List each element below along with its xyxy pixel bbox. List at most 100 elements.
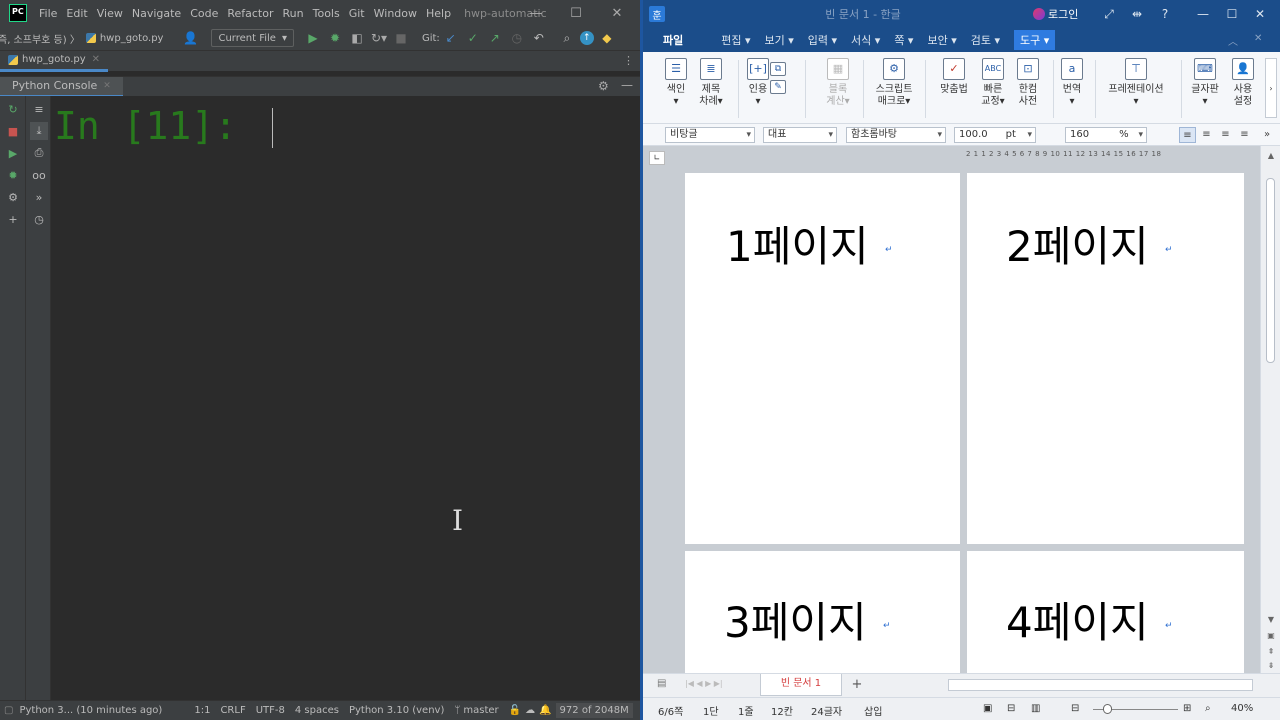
zoom-in-icon[interactable]: ⊞: [1183, 703, 1191, 714]
close-icon[interactable]: ✕: [1246, 0, 1274, 28]
document-area[interactable]: ∟ 2 1 1 2 3 4 5 6 7 8 9 10 11 12 13 14 1…: [643, 146, 1280, 673]
ribbon-close-icon[interactable]: ✕: [1254, 33, 1262, 44]
command-queue-icon[interactable]: »: [30, 188, 48, 206]
status-layout-icon[interactable]: ▢: [4, 705, 13, 716]
ribbon-scroll-icon[interactable]: ›: [1265, 58, 1277, 118]
undo-icon[interactable]: ↶: [530, 29, 548, 47]
menu-insert[interactable]: 입력 ▾: [808, 32, 837, 48]
more-tabs-icon[interactable]: ⋮: [623, 54, 634, 67]
presentation-button[interactable]: ⊤ 프레젠테이션 ▾: [1103, 58, 1169, 108]
fullscreen-icon[interactable]: ⤢: [1095, 0, 1123, 28]
profile-icon[interactable]: ↻▾: [370, 29, 388, 47]
stop-console-icon[interactable]: ■: [4, 122, 22, 140]
toolbar-expand-icon[interactable]: »: [1261, 127, 1273, 143]
menu-page[interactable]: 쪽 ▾: [894, 32, 913, 48]
macro-button[interactable]: ⚙ 스크립트 매크로▾: [871, 58, 917, 108]
scroll-to-end-icon[interactable]: ⤓: [30, 122, 48, 140]
soft-wrap-icon[interactable]: ≡: [30, 100, 48, 118]
menu-view[interactable]: View: [97, 7, 123, 20]
menu-file[interactable]: File: [39, 7, 57, 20]
menu-security[interactable]: 보안 ▾: [927, 32, 956, 48]
git-push-icon[interactable]: ↗: [486, 29, 504, 47]
font-select[interactable]: 함초롬바탕: [846, 127, 946, 143]
history-icon[interactable]: ◷: [30, 210, 48, 228]
menu-window[interactable]: Window: [374, 7, 417, 20]
menu-review[interactable]: 검토 ▾: [971, 32, 1000, 48]
zoom-search-icon[interactable]: ⌕: [1205, 703, 1211, 714]
rerun-icon[interactable]: ↻: [4, 100, 22, 118]
scroll-down-icon[interactable]: ▼: [1265, 614, 1277, 626]
menu-file[interactable]: 파일: [663, 32, 683, 48]
maximize-icon[interactable]: ☐: [556, 0, 596, 26]
new-console-icon[interactable]: +: [4, 210, 22, 228]
run-config-select[interactable]: Current File ▾: [211, 29, 294, 47]
style-select[interactable]: 비탕글: [665, 127, 755, 143]
help-icon[interactable]: ?: [1151, 0, 1179, 28]
translate-button[interactable]: a 번역 ▾: [1049, 58, 1095, 108]
execute-icon[interactable]: ▶: [4, 144, 22, 162]
status-interpreter[interactable]: Python 3.10 (venv): [349, 705, 444, 716]
keyboard-button[interactable]: ⌨ 글자판 ▾: [1182, 58, 1228, 108]
zoom-out-icon[interactable]: ⊟: [1071, 703, 1079, 714]
close-icon[interactable]: ✕: [597, 0, 637, 26]
settings-icon[interactable]: ⚙: [4, 188, 22, 206]
scroll-thumb[interactable]: [1266, 178, 1275, 363]
login-button[interactable]: 로그인: [1033, 6, 1078, 22]
horizontal-ruler[interactable]: 2 1 1 2 3 4 5 6 7 8 9 10 11 12 13 14 15 …: [966, 150, 1251, 162]
status-branch[interactable]: master: [463, 705, 498, 716]
page-view-icon[interactable]: ▣: [1265, 630, 1277, 642]
justify-icon[interactable]: ≡: [1179, 127, 1196, 143]
user-icon[interactable]: 👤: [181, 29, 199, 47]
line-spacing-input[interactable]: 160%: [1065, 127, 1147, 143]
split-view-icon[interactable]: ⇹: [1123, 0, 1151, 28]
horizontal-scrollbar[interactable]: [948, 679, 1253, 691]
ribbon-collapse-icon[interactable]: ︿: [1228, 33, 1238, 48]
status-indent[interactable]: 4 spaces: [295, 705, 339, 716]
scroll-up-icon[interactable]: ▲: [1265, 150, 1277, 162]
menu-format[interactable]: 서식 ▾: [851, 32, 880, 48]
git-update-icon[interactable]: ↙: [442, 29, 460, 47]
debug-icon[interactable]: ✹: [326, 29, 344, 47]
add-tab-icon[interactable]: +: [848, 677, 866, 693]
menu-tools[interactable]: 도구 ▾: [1013, 30, 1056, 50]
run-icon[interactable]: ▶: [304, 29, 322, 47]
fit-width-icon[interactable]: ⊟: [1007, 703, 1015, 714]
cloud-icon[interactable]: ☁: [525, 705, 535, 716]
gear-icon[interactable]: ⚙: [598, 79, 609, 93]
minimize-icon[interactable]: —: [1189, 0, 1217, 28]
next-page-icon[interactable]: ⇟: [1265, 660, 1277, 672]
align-right-icon[interactable]: ≡: [1236, 127, 1253, 143]
font-size-input[interactable]: 100.0 pt: [954, 127, 1036, 143]
status-encoding[interactable]: UTF-8: [256, 705, 285, 716]
align-center-icon[interactable]: ≡: [1217, 127, 1234, 143]
document-tab[interactable]: 빈 문서 1: [760, 674, 842, 696]
zoom-slider-thumb[interactable]: [1103, 704, 1112, 714]
minimize-icon[interactable]: —: [516, 0, 556, 26]
menu-code[interactable]: Code: [190, 7, 218, 20]
show-variables-icon[interactable]: oo: [30, 166, 48, 184]
page-layout-icon[interactable]: ▣: [983, 703, 992, 714]
breadcrumb[interactable]: 즉, 소프부호 등) 〉: [0, 31, 80, 46]
breadcrumb-file[interactable]: hwp_goto.py: [100, 33, 164, 44]
notification-icon[interactable]: 🔔: [539, 705, 551, 716]
update-icon[interactable]: ↑: [579, 31, 594, 45]
multi-page-icon[interactable]: ▥: [1031, 703, 1040, 714]
page-2[interactable]: 2페이지 ↵: [967, 173, 1244, 544]
user-settings-button[interactable]: 👤 사용 설정: [1223, 58, 1263, 108]
zoom-level[interactable]: 40%: [1231, 703, 1253, 714]
menu-run[interactable]: Run: [283, 7, 304, 20]
align-left-icon[interactable]: ≡: [1198, 127, 1215, 143]
status-line-separator[interactable]: CRLF: [220, 705, 245, 716]
menu-tools[interactable]: Tools: [313, 7, 340, 20]
tab-stop-selector-icon[interactable]: ∟: [649, 151, 665, 165]
lock-icon[interactable]: 🔓: [509, 705, 521, 716]
toc-button[interactable]: ≣ 제목 차례▾: [688, 58, 734, 108]
stop-icon[interactable]: ■: [392, 29, 410, 47]
coverage-icon[interactable]: ◧: [348, 29, 366, 47]
page-3[interactable]: 3페이지 ↵: [685, 551, 960, 673]
jetbrains-icon[interactable]: ◆: [598, 29, 616, 47]
menu-edit[interactable]: 편집 ▾: [721, 32, 750, 48]
tab-python-console[interactable]: Python Console ✕: [0, 76, 123, 97]
menu-git[interactable]: Git: [349, 7, 365, 20]
tab-nav-first-icon[interactable]: |◀ ◀ ▶ ▶|: [685, 679, 723, 688]
